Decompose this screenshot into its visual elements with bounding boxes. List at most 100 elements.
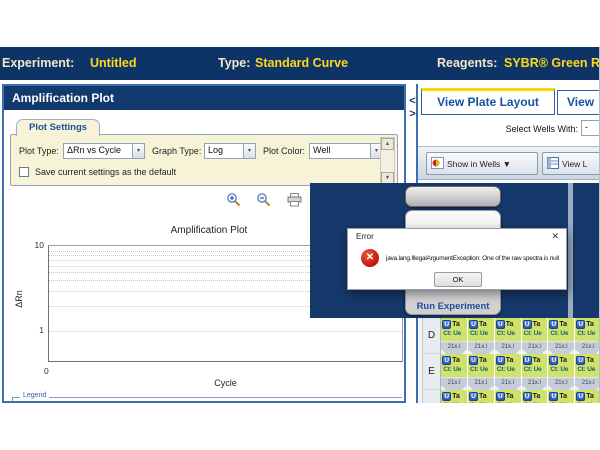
y-axis-tick: 10 [18, 240, 44, 250]
graph-type-dropdown[interactable]: Log ▾ [204, 143, 256, 159]
dialog-title: Error [356, 232, 374, 241]
print-icon[interactable] [287, 193, 303, 209]
well-target: Ta [533, 393, 541, 400]
well-target: Ta [559, 321, 567, 328]
well-content: UTaCt: Ue [575, 354, 600, 377]
well-sample-text: 21x.l [468, 342, 494, 354]
error-dialog: Error ✕ ✕ java.lang.IllegalArgumentExcep… [347, 228, 567, 290]
well-target: Ta [479, 393, 487, 400]
well[interactable]: UTaCt: Ue21x.l [522, 354, 548, 390]
unknown-task-icon: U [496, 320, 505, 329]
error-icon: ✕ [361, 249, 379, 267]
well-target: Ta [559, 357, 567, 364]
close-icon[interactable]: ✕ [551, 231, 559, 242]
wells-view-icon [431, 157, 444, 171]
well-ct-text: Ct: Ue [575, 402, 600, 403]
well-content: UTaCt: Ue [495, 354, 521, 377]
reagents-value: SYBR® Green R [504, 56, 600, 70]
tab-view-plate-layout[interactable]: View Plate Layout [421, 88, 555, 115]
select-wells-label: Select Wells With: [488, 124, 578, 134]
well[interactable]: UTaCt: Ue21x.l [575, 354, 600, 390]
well-target: Ta [479, 357, 487, 364]
unknown-task-icon: U [469, 392, 478, 401]
well-ct-text: Ct: Ue [468, 366, 494, 373]
well-target: Ta [506, 321, 514, 328]
well-ct-text: Ct: Ue [522, 402, 548, 403]
view-legend-label: View L [562, 159, 587, 169]
tab-plot-settings[interactable]: Plot Settings [16, 119, 100, 136]
unknown-task-icon: U [576, 356, 585, 365]
well[interactable]: UTaCt: Ue21x.l [441, 390, 467, 403]
ok-button[interactable]: OK [434, 272, 482, 287]
well-content: UTaCt: Ue [468, 390, 494, 403]
run-panel-top-button[interactable] [405, 186, 501, 207]
well[interactable]: UTaCt: Ue21x.l [495, 354, 521, 390]
well[interactable]: UTaCt: Ue21x.l [522, 318, 548, 354]
well-content: UTaCt: Ue [548, 390, 574, 403]
application-window: Experiment: Untitled Type: Standard Curv… [0, 47, 600, 403]
unknown-task-icon: U [549, 392, 558, 401]
well[interactable]: UTaCt: Ue21x.l [575, 390, 600, 403]
chevron-down-icon: ▾ [243, 144, 255, 158]
experiment-header-bar: Experiment: Untitled Type: Standard Curv… [0, 47, 600, 80]
unknown-task-icon: U [469, 320, 478, 329]
zoom-out-icon[interactable] [256, 192, 272, 208]
unknown-task-icon: U [549, 320, 558, 329]
well-ct-text: Ct: Ue [441, 330, 467, 337]
unknown-task-icon: U [523, 356, 532, 365]
well-sample-text: 21x.l [468, 378, 494, 390]
settings-scrollbar[interactable]: ▲ ▼ [380, 137, 395, 185]
scroll-up-icon[interactable]: ▲ [381, 138, 394, 150]
well-ct-text: Ct: Ue [441, 402, 467, 403]
well-target: Ta [533, 321, 541, 328]
error-message: java.lang.IllegalArgumentException: One … [386, 255, 566, 262]
well-content: UTa Ct: Ue [468, 354, 494, 377]
well-ct-text: Ct: Ue [495, 366, 521, 373]
well[interactable]: UTaCt: Ue21x.l [575, 318, 600, 354]
well[interactable]: UTaCt: Ue21x.l [441, 354, 467, 390]
plot-color-dropdown[interactable]: Well ▾ [309, 143, 383, 159]
unknown-task-icon: U [576, 320, 585, 329]
zoom-in-icon[interactable] [226, 192, 242, 208]
plot-color-label: Plot Color: [263, 146, 305, 156]
well-content: UTaCt: Ue [441, 390, 467, 403]
well-sample-text: 21x.l [495, 378, 521, 390]
well[interactable]: UTaCt: Ue21x.l [495, 318, 521, 354]
legend-fieldset [12, 397, 402, 403]
select-wells-value: - S [582, 121, 591, 132]
save-default-checkbox[interactable] [19, 167, 29, 177]
well-ct-text: Ct: Ue [522, 330, 548, 337]
experiment-label: Experiment: [2, 56, 74, 70]
well-content: UTaCt: Ue [522, 390, 548, 403]
plot-type-dropdown[interactable]: ΔRn vs Cycle ▾ [63, 143, 145, 159]
well[interactable]: UTaCt: Ue21x.l [468, 318, 494, 354]
unknown-task-icon: U [469, 356, 478, 365]
well[interactable]: UTaCt: Ue21x.l [495, 390, 521, 403]
select-wells-dropdown[interactable]: - S [581, 120, 600, 136]
well-target: Ta [533, 357, 541, 364]
well[interactable]: UTaCt: Ue21x.l [522, 390, 548, 403]
show-in-wells-button[interactable]: Show in Wells ▼ [426, 152, 538, 175]
well[interactable]: UTaCt: Ue21x.l [548, 354, 574, 390]
unknown-task-icon: U [576, 392, 585, 401]
well[interactable]: UTaCt: Ue21x.l [468, 390, 494, 403]
well-ct-text: Ct: Ue [548, 330, 574, 337]
well[interactable]: UTa Ct: Ue 21x.l [468, 354, 494, 390]
well-content: UTaCt: Ue [495, 390, 521, 403]
graph-type-label: Graph Type: [152, 146, 201, 156]
well[interactable]: UTaCt: Ue21x.l [548, 318, 574, 354]
table-view-icon [547, 157, 559, 171]
well-ct-text: Ct: Ue [548, 402, 574, 403]
well[interactable]: UTaCt: Ue21x.l [548, 390, 574, 403]
well-target: Ta [452, 321, 460, 328]
well-sample-text: 21x.l [548, 378, 574, 390]
well-ct-text: Ct: Ue [441, 366, 467, 373]
chevron-down-icon: ▾ [132, 144, 144, 158]
plot-settings-box: Plot Type: ΔRn vs Cycle ▾ Graph Type: Lo… [10, 134, 398, 186]
tab-view-well-table[interactable]: View [557, 90, 600, 115]
well-ct-text: Ct: Ue [522, 366, 548, 373]
well-sample-text: 21x.l [522, 342, 548, 354]
well[interactable]: UTaCt: Ue21x.l [441, 318, 467, 354]
view-legend-button[interactable]: View L [542, 152, 600, 175]
well-sample-text: 21x.l [575, 342, 600, 354]
